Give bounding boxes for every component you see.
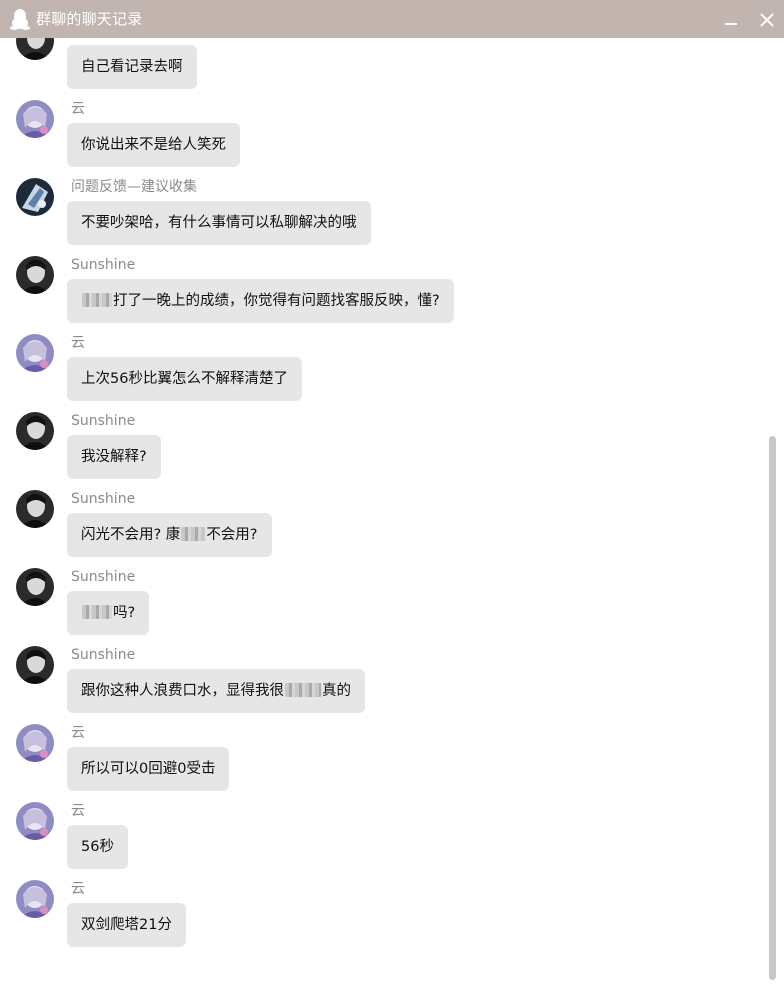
message-bubble[interactable]: 打了一晚上的成绩，你觉得有问题找客服反映，懂? [67,279,454,323]
message-row: Sunshine 闪光不会用? 康不会用? [0,490,760,564]
message-row: 云 双剑爬塔21分 [0,880,760,954]
redacted-text [285,683,321,697]
sender-name: 云 [71,725,85,741]
dark-portrait-avatar [16,490,54,528]
message-bubble[interactable]: 双剑爬塔21分 [67,903,186,947]
message-bubble[interactable]: 闪光不会用? 康不会用? [67,513,272,557]
sender-name: 问题反馈—建议收集 [71,179,197,195]
message-row: 云 上次56秒比翼怎么不解释清楚了 [0,334,760,408]
sender-name: 云 [71,335,85,351]
scrollbar-thumb[interactable] [769,436,776,980]
anime-avatar [16,724,54,762]
dark-portrait-avatar [16,38,54,60]
anime-avatar [16,100,54,138]
minimize-button[interactable] [720,9,742,31]
title-bar: 群聊的聊天记录 [0,0,784,38]
message-bubble[interactable]: 上次56秒比翼怎么不解释清楚了 [67,357,302,401]
redacted-text [82,293,112,307]
message-row: 云 56秒 [0,802,760,876]
message-row: 自己看记录去啊 [0,38,760,96]
sender-name: Sunshine [71,413,136,429]
message-bubble[interactable]: 自己看记录去啊 [67,45,197,89]
message-row: 云 你说出来不是给人笑死 [0,100,760,174]
sender-name: 云 [71,881,85,897]
dark-portrait-avatar [16,412,54,450]
message-bubble[interactable]: 不要吵架哈，有什么事情可以私聊解决的哦 [67,201,371,245]
message-bubble[interactable]: 我没解释? [67,435,161,479]
sender-name: Sunshine [71,569,136,585]
message-bubble[interactable]: 跟你这种人浪费口水，显得我很 真的 [67,669,365,713]
redacted-text [82,605,112,619]
message-bubble[interactable]: 所以可以0回避0受击 [67,747,230,791]
message-bubble[interactable]: 吗? [67,591,150,635]
sender-name: 云 [71,101,85,117]
window-title: 群聊的聊天记录 [36,10,143,28]
message-bubble[interactable]: 56秒 [67,825,128,869]
message-row: Sunshine 跟你这种人浪费口水，显得我很 真的 [0,646,760,720]
anime-avatar [16,334,54,372]
anime-avatar [16,802,54,840]
sender-name: Sunshine [71,647,136,663]
dark-portrait-avatar [16,646,54,684]
message-row: 云 所以可以0回避0受击 [0,724,760,798]
chat-history[interactable]: 自己看记录去啊 云 你说出来不是给人笑死 问题反馈—建议收集 不要吵架哈，有什么… [0,38,784,984]
sender-name: 云 [71,803,85,819]
sender-name: Sunshine [71,257,136,273]
anime-avatar [16,880,54,918]
message-row: Sunshine 打了一晚上的成绩，你觉得有问题找客服反映，懂? [0,256,760,330]
close-button[interactable] [755,8,779,32]
message-row: Sunshine 我没解释? [0,412,760,486]
message-row: Sunshine 吗? [0,568,760,642]
minimize-icon [725,23,737,25]
sender-name: Sunshine [71,491,136,507]
qq-penguin-icon [10,8,30,30]
dark-portrait-avatar [16,568,54,606]
dark-anime-avatar [16,178,54,216]
dark-portrait-avatar [16,256,54,294]
message-bubble[interactable]: 你说出来不是给人笑死 [67,123,240,167]
close-icon [760,13,774,27]
redacted-text [181,527,206,541]
message-row: 问题反馈—建议收集 不要吵架哈，有什么事情可以私聊解决的哦 [0,178,760,252]
